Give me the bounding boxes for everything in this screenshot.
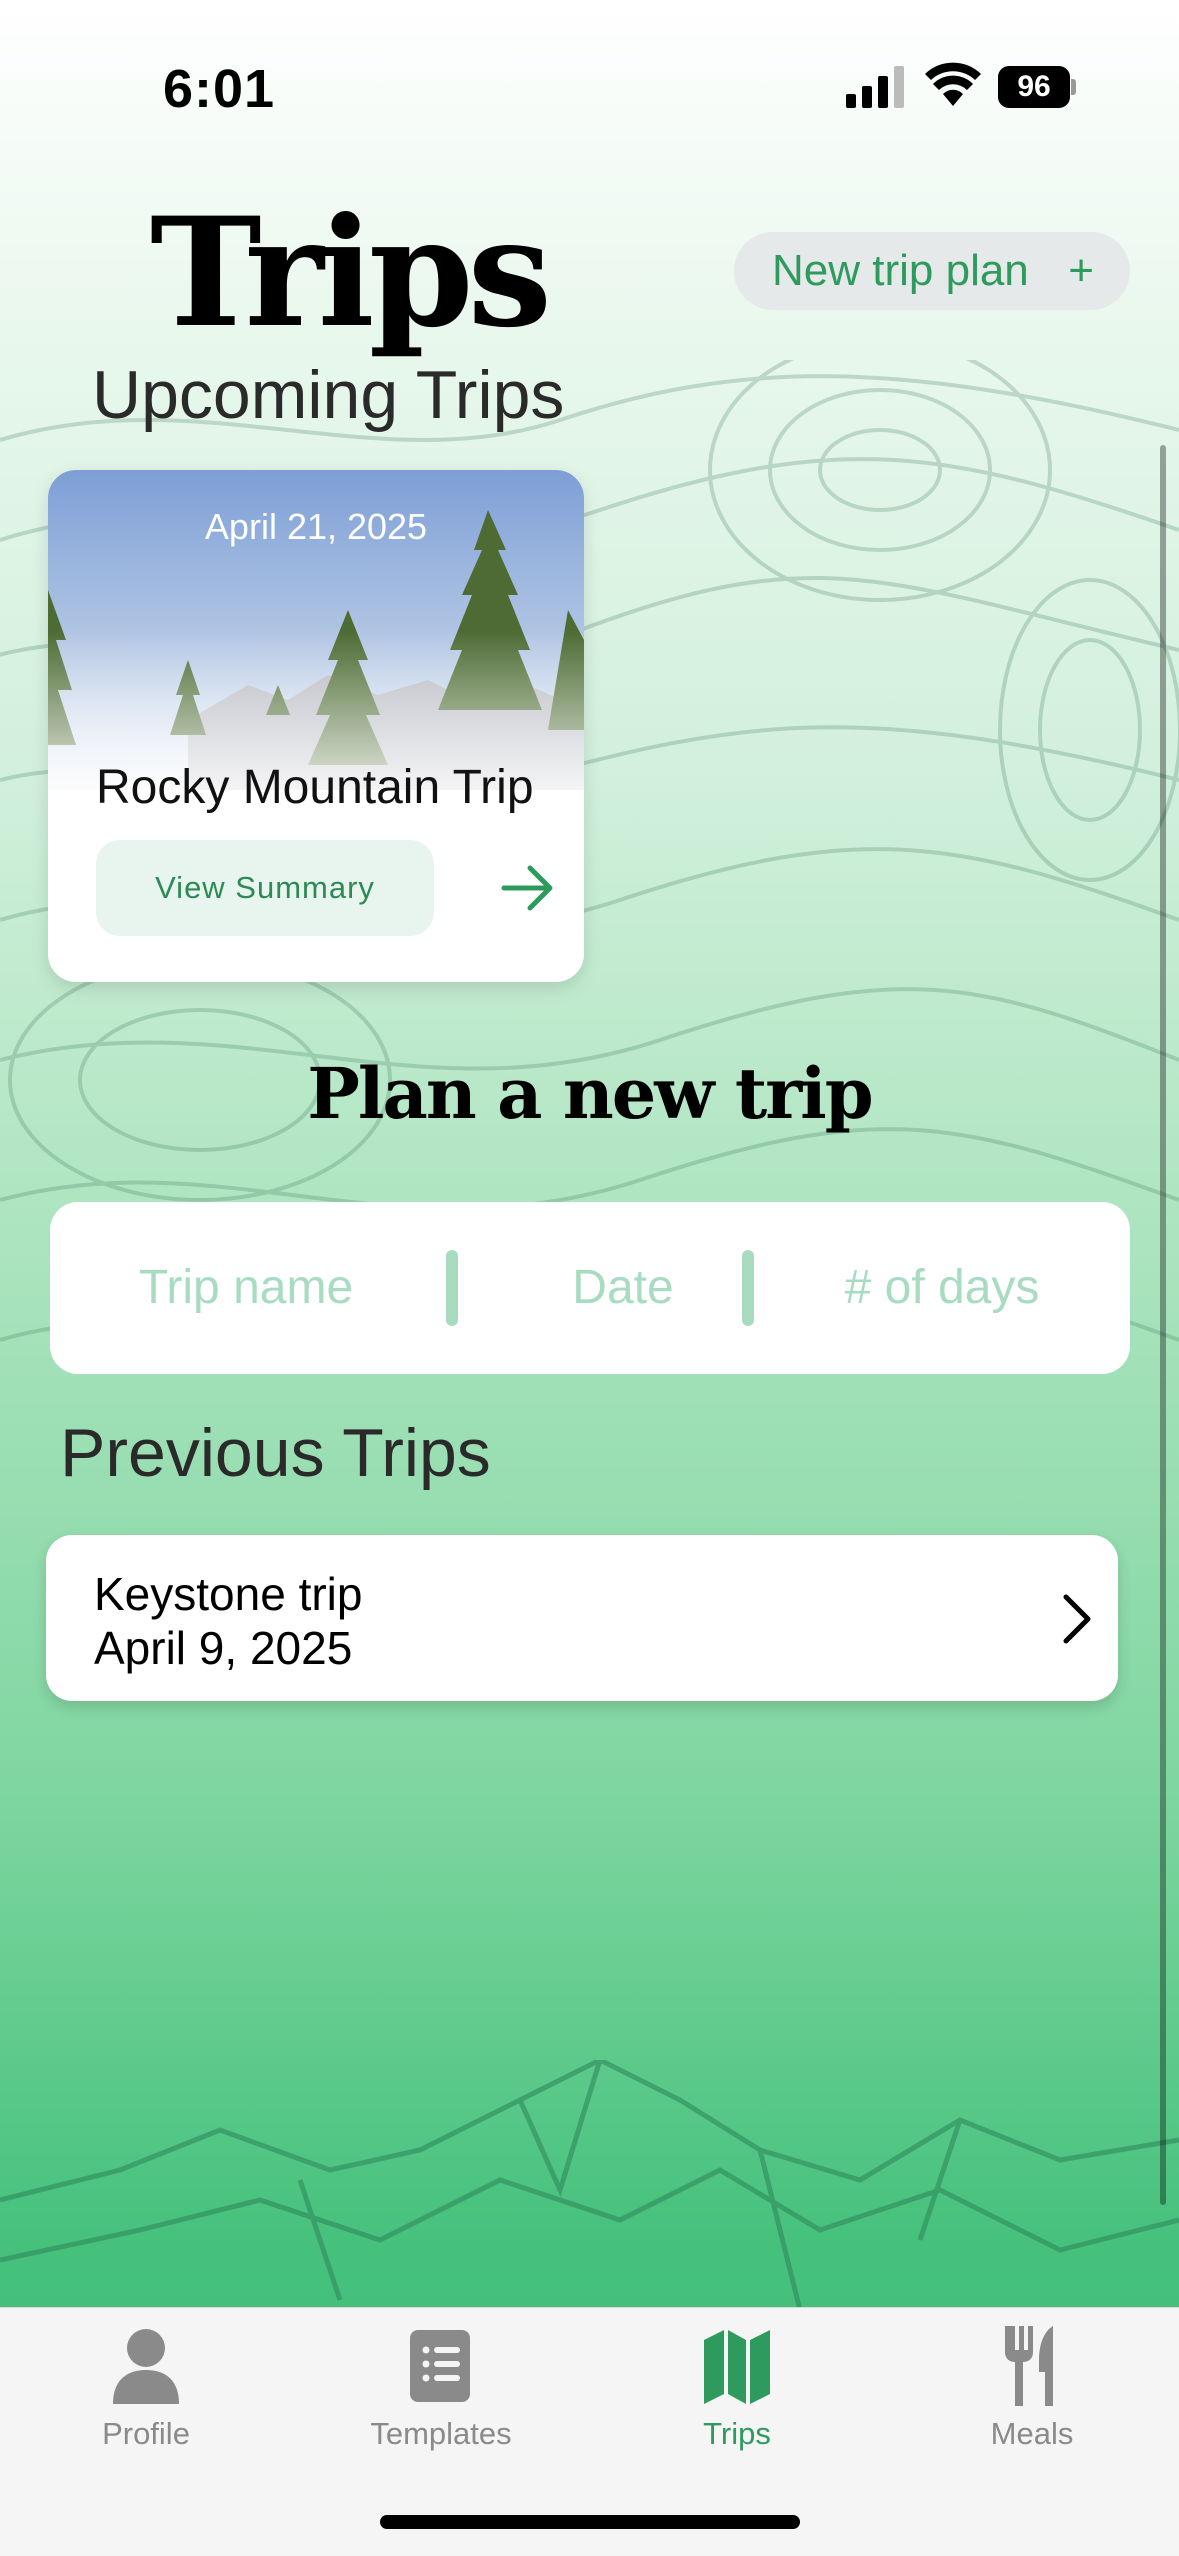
tab-trips[interactable]: Trips bbox=[607, 2308, 867, 2488]
trip-date: April 21, 2025 bbox=[204, 506, 428, 547]
previous-trip-date: April 9, 2025 bbox=[94, 1622, 353, 1674]
home-indicator[interactable] bbox=[380, 2515, 800, 2529]
view-summary-button[interactable]: View Summary bbox=[96, 840, 434, 936]
page-title: Trips bbox=[150, 185, 552, 361]
mountain-outline bbox=[0, 2060, 1179, 2310]
tab-label: Trips bbox=[703, 2416, 771, 2451]
date-input[interactable]: Date bbox=[458, 1202, 788, 1374]
map-icon bbox=[704, 2330, 770, 2404]
tab-label: Profile bbox=[102, 2416, 190, 2451]
previous-trips-heading: Previous Trips bbox=[60, 1415, 491, 1491]
battery-level: 96 bbox=[998, 66, 1070, 108]
trip-name-input[interactable]: Trip name bbox=[50, 1202, 442, 1374]
cellular-signal-icon bbox=[846, 66, 904, 108]
divider bbox=[742, 1250, 754, 1326]
divider bbox=[446, 1250, 458, 1326]
upcoming-trips-heading: Upcoming Trips bbox=[92, 357, 565, 433]
upcoming-trip-card[interactable]: April 21, 2025 Rocky Mountain Trip View … bbox=[48, 470, 584, 982]
status-time: 6:01 bbox=[163, 59, 276, 119]
arrow-right-icon[interactable] bbox=[498, 860, 558, 916]
list-icon bbox=[410, 2330, 470, 2402]
previous-trip-row[interactable]: Keystone trip April 9, 2025 bbox=[46, 1535, 1118, 1701]
tab-label: Templates bbox=[370, 2416, 512, 2451]
status-bar: 6:01 96 bbox=[0, 0, 1179, 170]
previous-trip-name: Keystone trip bbox=[94, 1568, 363, 1620]
days-input[interactable]: # of days bbox=[754, 1202, 1130, 1374]
tab-templates[interactable]: Templates bbox=[311, 2308, 571, 2488]
tab-label: Meals bbox=[990, 2416, 1074, 2451]
new-trip-plan-button[interactable]: New trip plan + bbox=[734, 232, 1130, 310]
plus-icon: + bbox=[1068, 246, 1094, 295]
new-trip-plan-label: New trip plan bbox=[772, 246, 1029, 295]
fork-knife-icon bbox=[1005, 2326, 1053, 2406]
plan-trip-form: Trip name Date # of days bbox=[50, 1202, 1130, 1374]
chevron-right-icon bbox=[1063, 1594, 1091, 1644]
battery-icon: 96 bbox=[998, 66, 1076, 108]
tab-profile[interactable]: Profile bbox=[16, 2308, 276, 2488]
scrollbar[interactable] bbox=[1160, 445, 1166, 2205]
person-icon bbox=[113, 2329, 179, 2404]
plan-new-trip-heading: Plan a new trip bbox=[307, 1052, 873, 1135]
trip-name: Rocky Mountain Trip bbox=[96, 761, 534, 814]
wifi-icon bbox=[925, 62, 981, 106]
tab-meals[interactable]: Meals bbox=[902, 2308, 1162, 2488]
